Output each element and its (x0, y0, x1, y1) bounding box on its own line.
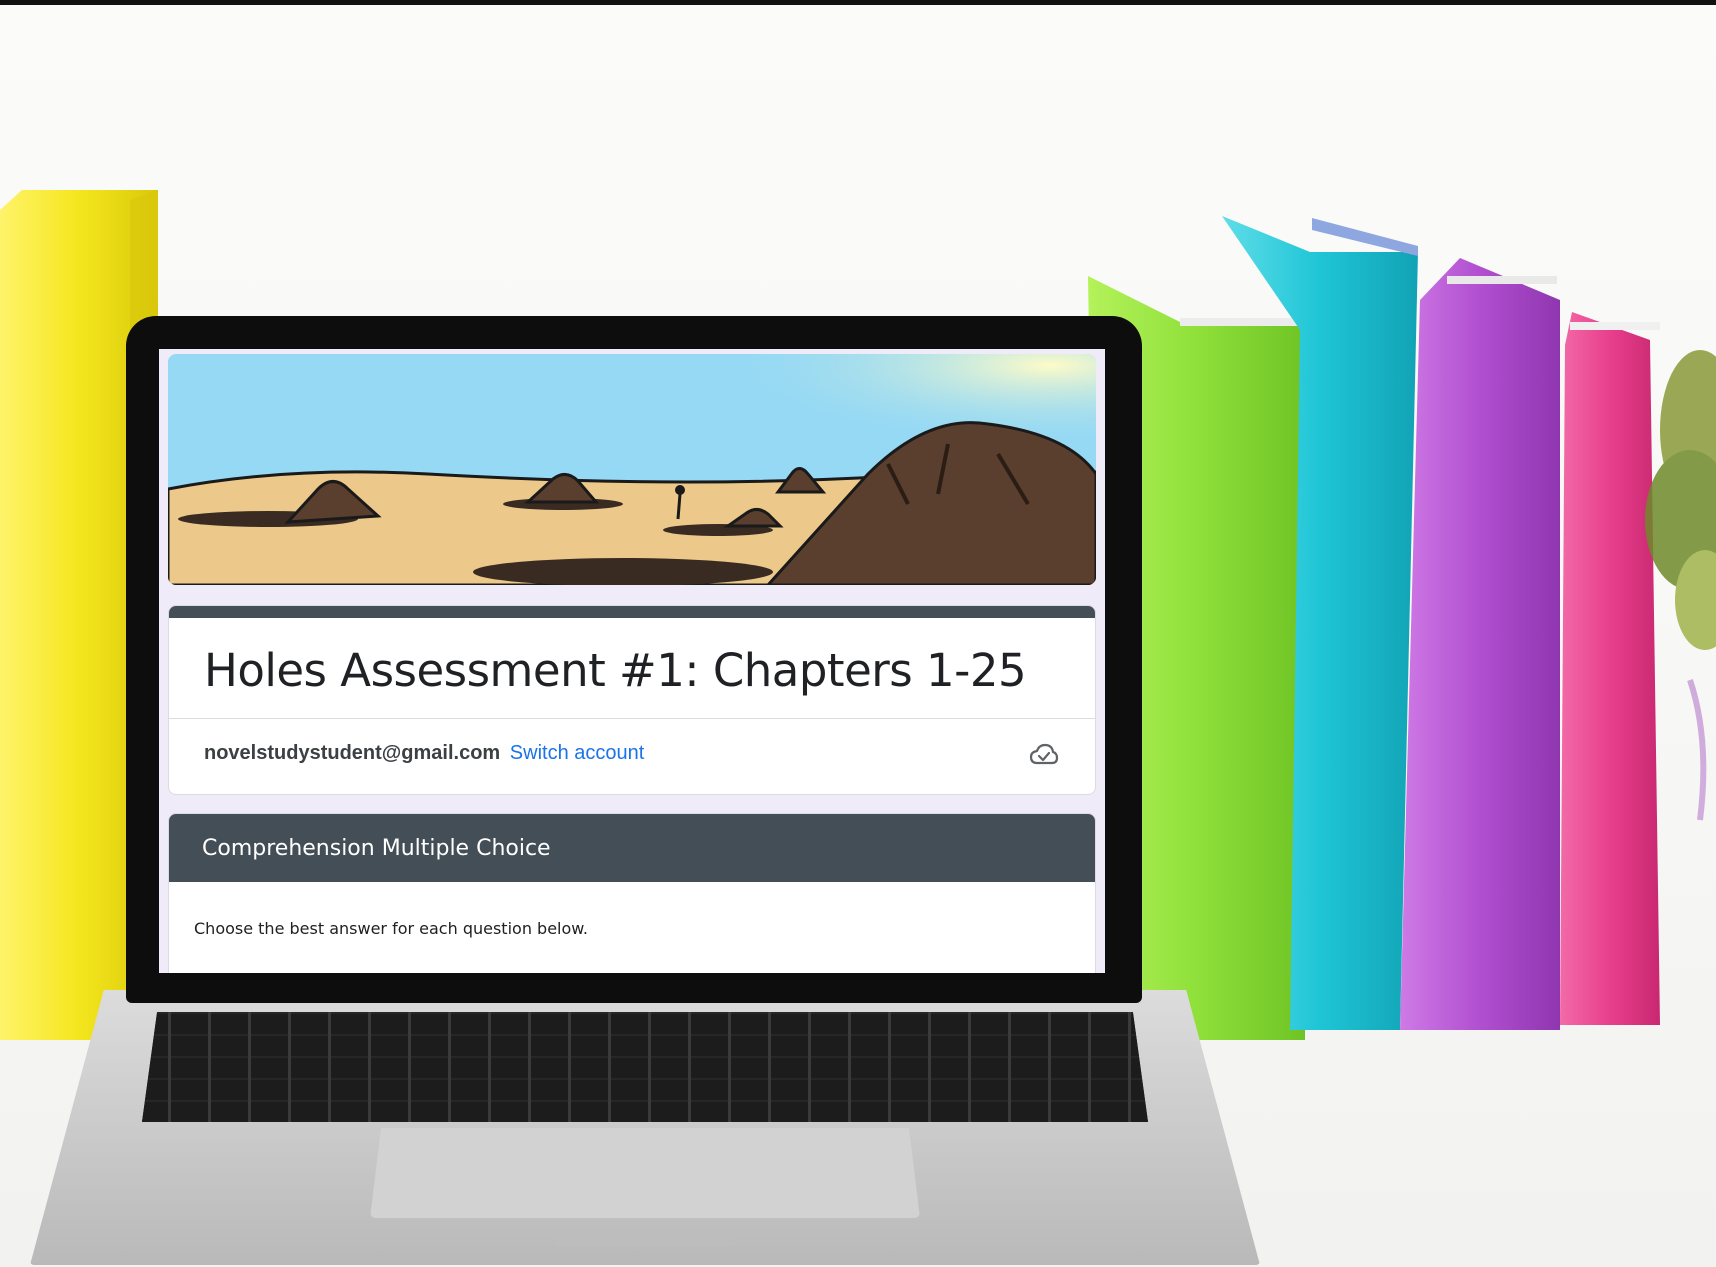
section-title: Comprehension Multiple Choice (169, 814, 1095, 882)
account-row: novelstudystudent@gmail.com Switch accou… (204, 742, 644, 765)
section-card: Comprehension Multiple Choice Choose the… (168, 813, 1096, 973)
title-divider (169, 718, 1095, 719)
laptop-trackpad (370, 1128, 920, 1218)
form-title-card: Holes Assessment #1: Chapters 1-25 novel… (168, 605, 1096, 795)
account-email: novelstudystudent@gmail.com (204, 742, 501, 764)
purple-book (1400, 258, 1560, 1030)
laptop-keyboard (142, 1012, 1148, 1122)
laptop-notch (555, 1236, 735, 1246)
cloud-check-icon (1029, 743, 1059, 765)
section-description: Choose the best answer for each question… (194, 919, 588, 938)
desert-header-image (168, 354, 1096, 585)
laptop-screen: Holes Assessment #1: Chapters 1-25 novel… (159, 349, 1105, 973)
title-card-accent (169, 606, 1095, 618)
switch-account-link[interactable]: Switch account (510, 742, 645, 764)
pink-book (1560, 312, 1660, 1025)
form-title: Holes Assessment #1: Chapters 1-25 (204, 644, 1027, 697)
google-form: Holes Assessment #1: Chapters 1-25 novel… (168, 354, 1096, 973)
